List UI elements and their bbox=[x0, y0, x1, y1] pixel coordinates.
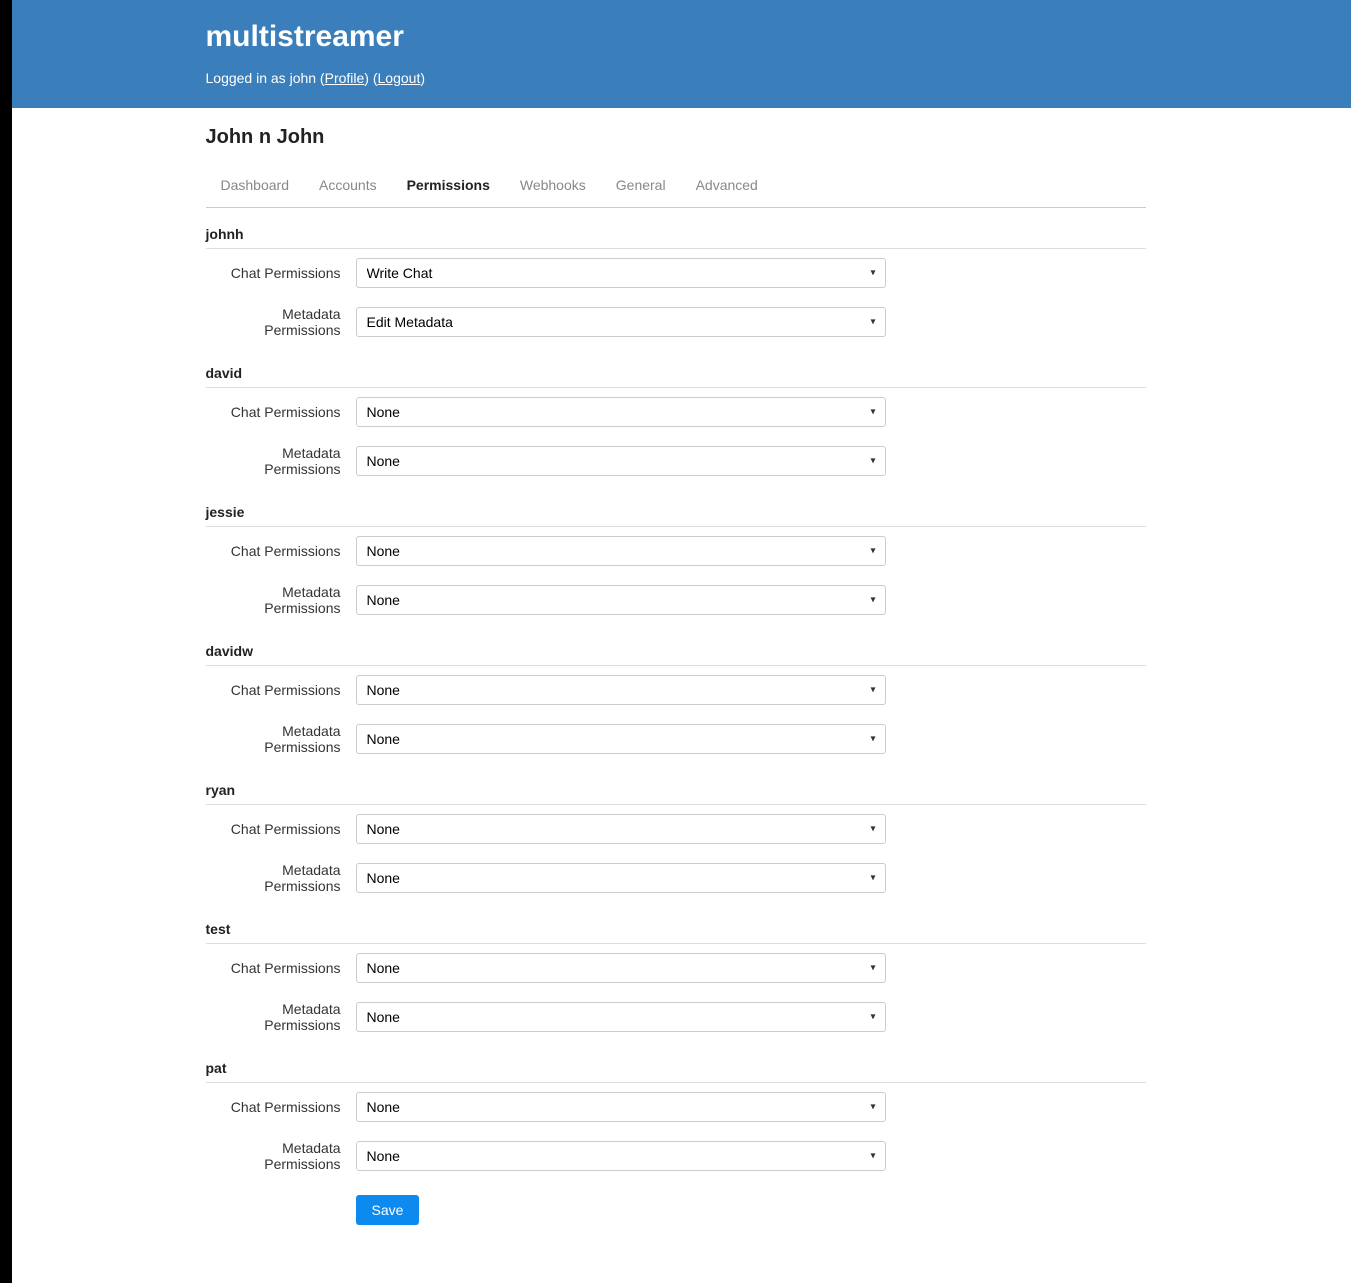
save-button[interactable]: Save bbox=[356, 1195, 420, 1225]
chat-permissions-row: Chat PermissionsNoneRead ChatWrite Chat bbox=[206, 805, 1146, 853]
metadata-permissions-label: Metadata Permissions bbox=[206, 723, 356, 755]
chat-permissions-label: Chat Permissions bbox=[206, 265, 356, 281]
metadata-permissions-select[interactable]: NoneView MetadataEdit Metadata bbox=[356, 307, 886, 337]
chat-permissions-row: Chat PermissionsNoneRead ChatWrite Chat bbox=[206, 944, 1146, 992]
metadata-permissions-row: Metadata PermissionsNoneView MetadataEdi… bbox=[206, 992, 1146, 1042]
chat-permissions-select[interactable]: NoneRead ChatWrite Chat bbox=[356, 258, 886, 288]
metadata-permissions-label: Metadata Permissions bbox=[206, 1140, 356, 1172]
metadata-permissions-select[interactable]: NoneView MetadataEdit Metadata bbox=[356, 585, 886, 615]
metadata-permissions-label: Metadata Permissions bbox=[206, 584, 356, 616]
tabs-nav: Dashboard Accounts Permissions Webhooks Gene… bbox=[206, 167, 1146, 208]
chat-permissions-select[interactable]: NoneRead ChatWrite Chat bbox=[356, 675, 886, 705]
user-name-heading: davidw bbox=[206, 635, 1146, 666]
chat-permissions-row: Chat PermissionsNoneRead ChatWrite Chat bbox=[206, 1083, 1146, 1131]
logout-link[interactable]: Logout bbox=[378, 70, 421, 86]
tab-webhooks[interactable]: Webhooks bbox=[520, 167, 586, 207]
metadata-permissions-select[interactable]: NoneView MetadataEdit Metadata bbox=[356, 446, 886, 476]
metadata-permissions-row: Metadata PermissionsNoneView MetadataEdi… bbox=[206, 1131, 1146, 1181]
metadata-permissions-row: Metadata PermissionsNoneView MetadataEdi… bbox=[206, 575, 1146, 625]
metadata-permissions-select[interactable]: NoneView MetadataEdit Metadata bbox=[356, 1141, 886, 1171]
tab-general[interactable]: General bbox=[616, 167, 666, 207]
user-block: jessieChat PermissionsNoneRead ChatWrite… bbox=[206, 496, 1146, 625]
chat-permissions-row: Chat PermissionsNoneRead ChatWrite Chat bbox=[206, 249, 1146, 297]
metadata-permissions-label: Metadata Permissions bbox=[206, 306, 356, 338]
tab-accounts[interactable]: Accounts bbox=[319, 167, 377, 207]
login-prefix: Logged in as bbox=[206, 70, 290, 86]
tab-permissions[interactable]: Permissions bbox=[407, 167, 490, 207]
login-status: Logged in as john (Profile) (Logout) bbox=[206, 70, 1146, 86]
chat-permissions-select[interactable]: NoneRead ChatWrite Chat bbox=[356, 1092, 886, 1122]
tab-advanced[interactable]: Advanced bbox=[696, 167, 758, 207]
page-title: John n John bbox=[206, 126, 1146, 149]
metadata-permissions-select[interactable]: NoneView MetadataEdit Metadata bbox=[356, 1002, 886, 1032]
login-username: john bbox=[290, 70, 316, 86]
user-name-heading: david bbox=[206, 357, 1146, 388]
metadata-permissions-row: Metadata PermissionsNoneView MetadataEdi… bbox=[206, 714, 1146, 764]
user-name-heading: jessie bbox=[206, 496, 1146, 527]
metadata-permissions-select[interactable]: NoneView MetadataEdit Metadata bbox=[356, 863, 886, 893]
user-block: testChat PermissionsNoneRead ChatWrite C… bbox=[206, 913, 1146, 1042]
tab-dashboard[interactable]: Dashboard bbox=[221, 167, 290, 207]
user-name-heading: johnh bbox=[206, 218, 1146, 249]
chat-permissions-select[interactable]: NoneRead ChatWrite Chat bbox=[356, 397, 886, 427]
chat-permissions-select[interactable]: NoneRead ChatWrite Chat bbox=[356, 814, 886, 844]
metadata-permissions-label: Metadata Permissions bbox=[206, 445, 356, 477]
user-name-heading: ryan bbox=[206, 774, 1146, 805]
metadata-permissions-row: Metadata PermissionsNoneView MetadataEdi… bbox=[206, 853, 1146, 903]
chat-permissions-select[interactable]: NoneRead ChatWrite Chat bbox=[356, 536, 886, 566]
chat-permissions-label: Chat Permissions bbox=[206, 404, 356, 420]
header: multistreamer Logged in as john (Profile… bbox=[0, 0, 1351, 108]
chat-permissions-label: Chat Permissions bbox=[206, 1099, 356, 1115]
chat-permissions-label: Chat Permissions bbox=[206, 821, 356, 837]
metadata-permissions-row: Metadata PermissionsNoneView MetadataEdi… bbox=[206, 297, 1146, 347]
metadata-permissions-label: Metadata Permissions bbox=[206, 1001, 356, 1033]
user-block: ryanChat PermissionsNoneRead ChatWrite C… bbox=[206, 774, 1146, 903]
chat-permissions-select[interactable]: NoneRead ChatWrite Chat bbox=[356, 953, 886, 983]
chat-permissions-row: Chat PermissionsNoneRead ChatWrite Chat bbox=[206, 527, 1146, 575]
chat-permissions-label: Chat Permissions bbox=[206, 543, 356, 559]
user-block: patChat PermissionsNoneRead ChatWrite Ch… bbox=[206, 1052, 1146, 1181]
user-block: johnhChat PermissionsNoneRead ChatWrite … bbox=[206, 218, 1146, 347]
user-block: davidChat PermissionsNoneRead ChatWrite … bbox=[206, 357, 1146, 486]
metadata-permissions-label: Metadata Permissions bbox=[206, 862, 356, 894]
chat-permissions-row: Chat PermissionsNoneRead ChatWrite Chat bbox=[206, 666, 1146, 714]
brand-title: multistreamer bbox=[206, 20, 1146, 54]
chat-permissions-row: Chat PermissionsNoneRead ChatWrite Chat bbox=[206, 388, 1146, 436]
chat-permissions-label: Chat Permissions bbox=[206, 682, 356, 698]
metadata-permissions-row: Metadata PermissionsNoneView MetadataEdi… bbox=[206, 436, 1146, 486]
user-name-heading: pat bbox=[206, 1052, 1146, 1083]
user-name-heading: test bbox=[206, 913, 1146, 944]
profile-link[interactable]: Profile bbox=[325, 70, 365, 86]
user-block: davidwChat PermissionsNoneRead ChatWrite… bbox=[206, 635, 1146, 764]
chat-permissions-label: Chat Permissions bbox=[206, 960, 356, 976]
metadata-permissions-select[interactable]: NoneView MetadataEdit Metadata bbox=[356, 724, 886, 754]
